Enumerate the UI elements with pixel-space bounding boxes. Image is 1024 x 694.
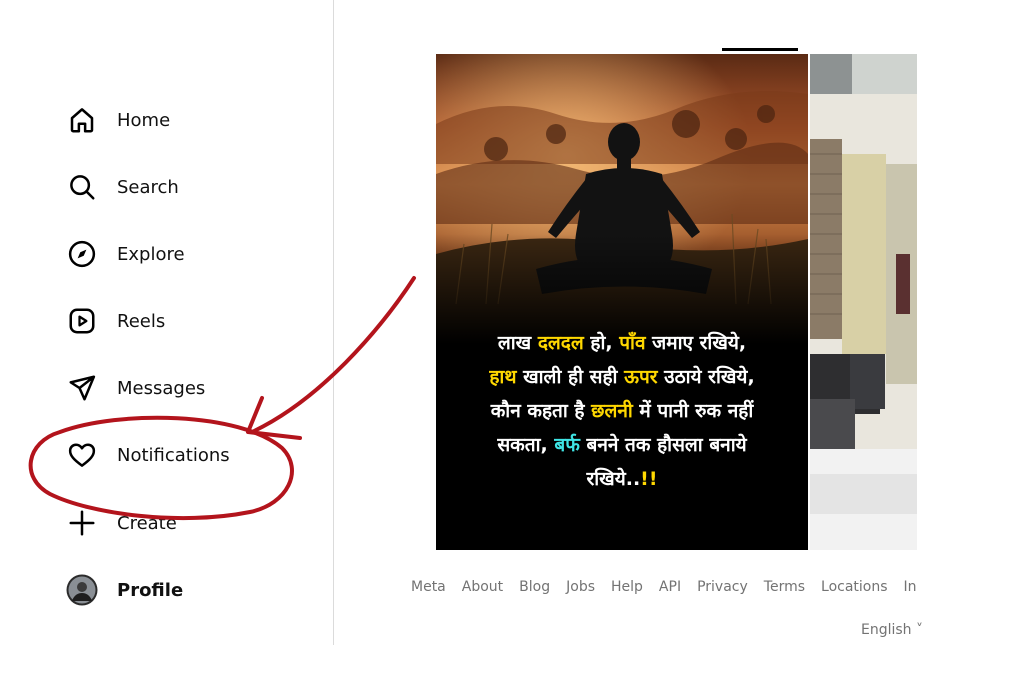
sidebar-item-label: Create	[117, 512, 177, 534]
reels-icon	[66, 305, 98, 337]
sidebar-item-create[interactable]: Create	[66, 505, 177, 541]
footer-link-more[interactable]: In	[904, 579, 917, 595]
plus-icon	[66, 507, 98, 539]
compass-icon	[66, 238, 98, 270]
post-caption-overlay: लाख दलदल हो, पाँव जमाए रखिये, हाथ खाली ह…	[446, 326, 798, 496]
sidebar-item-label: Profile	[117, 579, 184, 601]
footer-links: Meta About Blog Jobs Help API Privacy Terms Loca…	[411, 578, 917, 598]
storefront-photo	[810, 54, 917, 550]
caption-line-1: लाख दलदल हो, पाँव जमाए रखिये,	[497, 332, 747, 354]
footer-link-locations[interactable]: Locations	[821, 579, 888, 595]
footer-link-help[interactable]: Help	[611, 579, 643, 595]
caption-line-4: सकता, बर्फ बनने तक हौसला बनाये	[497, 434, 747, 456]
heart-icon	[66, 439, 98, 471]
meditation-scene-image	[436, 54, 808, 344]
sidebar-item-messages[interactable]: Messages	[66, 370, 205, 406]
footer-link-jobs[interactable]: Jobs	[566, 579, 595, 595]
footer-link-blog[interactable]: Blog	[519, 579, 550, 595]
footer-link-api[interactable]: API	[659, 579, 681, 595]
sidebar-item-notifications[interactable]: Notifications	[66, 437, 230, 473]
caption-line-2: हाथ खाली ही सही ऊपर उठाये रखिये,	[489, 366, 755, 388]
sidebar-item-label: Notifications	[117, 444, 230, 466]
sidebar-item-profile[interactable]: Profile	[66, 572, 183, 608]
footer-link-terms[interactable]: Terms	[764, 579, 805, 595]
sidebar-item-reels[interactable]: Reels	[66, 303, 165, 339]
footer-link-about[interactable]: About	[462, 579, 503, 595]
footer-link-meta[interactable]: Meta	[411, 579, 446, 595]
caption-line-3: कौन कहता है छलनी में पानी रुक नहीं	[490, 400, 754, 422]
sidebar-item-label: Home	[117, 109, 171, 131]
caption-line-5: रखिये..!!	[586, 468, 658, 490]
tab-active-indicator	[722, 48, 798, 51]
search-icon	[66, 171, 98, 203]
sidebar-item-search[interactable]: Search	[66, 169, 179, 205]
footer-link-privacy[interactable]: Privacy	[697, 579, 748, 595]
feed-post-image-next[interactable]	[810, 54, 917, 550]
sidebar-item-home[interactable]: Home	[66, 102, 170, 138]
sidebar-nav: Home Search Explore Reels Messages Notif…	[0, 0, 334, 645]
avatar	[66, 574, 98, 606]
sidebar-item-label: Search	[117, 176, 179, 198]
sidebar-item-label: Explore	[117, 243, 185, 265]
language-selector[interactable]: English ˅	[861, 622, 923, 638]
feed-post-image[interactable]: लाख दलदल हो, पाँव जमाए रखिये, हाथ खाली ह…	[436, 54, 808, 550]
sidebar-item-label: Messages	[117, 377, 206, 399]
sidebar-item-explore[interactable]: Explore	[66, 236, 185, 272]
paper-plane-icon	[66, 372, 98, 404]
sidebar-item-label: Reels	[117, 310, 166, 332]
home-icon	[66, 104, 98, 136]
